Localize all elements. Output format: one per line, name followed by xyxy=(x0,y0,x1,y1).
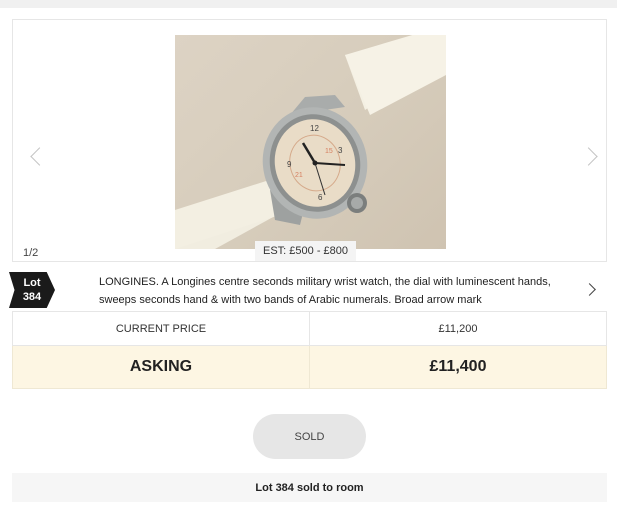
svg-text:6: 6 xyxy=(318,193,323,202)
lot-label: Lot xyxy=(23,277,41,289)
lot-status-message: Lot 384 sold to room xyxy=(12,473,607,502)
estimate-badge: EST: £500 - £800 xyxy=(255,241,357,261)
current-price-value: £11,200 xyxy=(309,312,606,345)
lot-number: 384 xyxy=(22,291,42,303)
svg-text:12: 12 xyxy=(310,124,319,133)
sold-button[interactable]: SOLD xyxy=(253,414,366,459)
current-price-label: CURRENT PRICE xyxy=(115,322,207,335)
lot-number-badge: Lot 384 xyxy=(9,272,55,308)
svg-text:9: 9 xyxy=(287,160,292,169)
previous-image-arrow-icon[interactable] xyxy=(30,147,49,166)
lot-image-gallery: 12 9 3 6 15 21 1/2 xyxy=(12,19,607,262)
current-price-row: CURRENT PRICE £11,200 xyxy=(12,311,607,346)
svg-text:15: 15 xyxy=(325,148,333,155)
svg-text:3: 3 xyxy=(338,146,343,155)
asking-price-row: ASKING £11,400 xyxy=(12,346,607,389)
watch-image: 12 9 3 6 15 21 xyxy=(175,35,446,249)
lot-description: LONGINES. A Longines centre seconds mili… xyxy=(99,276,551,306)
svg-text:21: 21 xyxy=(295,172,303,179)
price-table: CURRENT PRICE £11,200 ASKING £11,400 xyxy=(12,311,607,389)
asking-value: £11,400 xyxy=(309,346,606,388)
lot-photo[interactable]: 12 9 3 6 15 21 xyxy=(175,35,446,249)
chevron-right-icon[interactable] xyxy=(583,283,596,296)
next-image-arrow-icon[interactable] xyxy=(579,147,598,166)
image-counter: 1/2 xyxy=(23,247,39,259)
asking-label: ASKING xyxy=(129,358,193,375)
top-divider xyxy=(0,0,617,8)
